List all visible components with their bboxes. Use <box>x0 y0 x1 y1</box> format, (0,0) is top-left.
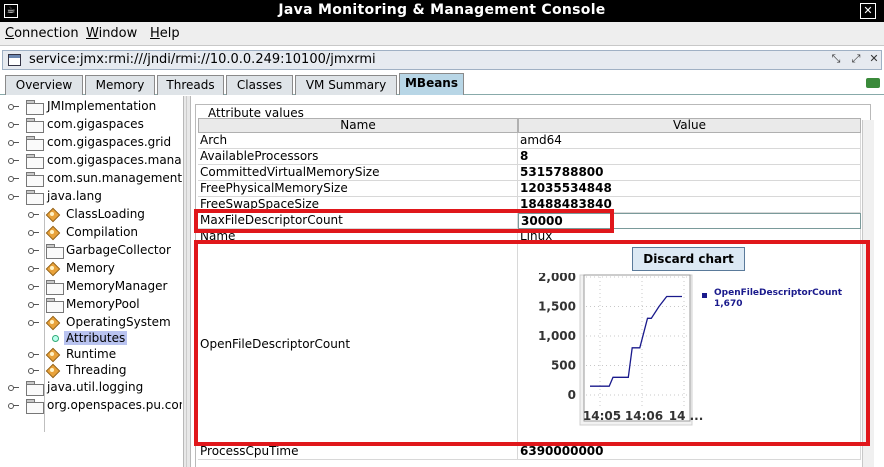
collapse-handle-icon[interactable] <box>8 194 19 200</box>
tree-item-label: org.openspaces.pu.con <box>47 398 182 412</box>
maximize-icon[interactable]: ⤢ <box>849 52 863 66</box>
folder-icon <box>26 136 44 151</box>
column-header-name[interactable]: Name <box>198 118 518 133</box>
expand-handle-icon[interactable] <box>8 158 19 164</box>
tree-item-label: com.gigaspaces <box>47 117 144 131</box>
attr-name-cell[interactable]: Arch <box>198 133 518 149</box>
column-header-value[interactable]: Value <box>518 118 861 133</box>
tree-item-label: java.lang <box>47 189 102 203</box>
tree-item-label: Threading <box>66 363 127 377</box>
close-icon[interactable]: ✕ <box>860 3 876 19</box>
collapse-handle-icon[interactable] <box>28 320 39 326</box>
expand-handle-icon[interactable] <box>28 368 39 374</box>
tab-memory[interactable]: Memory <box>85 75 155 95</box>
tab-mbeans[interactable]: MBeans <box>399 73 464 95</box>
split-pane-divider[interactable] <box>183 96 191 467</box>
tree-item-label: GarbageCollector <box>66 243 171 257</box>
connection-status-icon <box>866 78 880 88</box>
expand-handle-icon[interactable] <box>8 403 19 409</box>
tree-item-label: com.gigaspaces.manag <box>47 153 182 167</box>
mbean-icon <box>46 262 59 275</box>
tree-item-label: MemoryPool <box>66 297 140 311</box>
restore-icon[interactable]: ⤡ <box>829 52 843 66</box>
mbean-icon <box>46 226 59 239</box>
folder-icon <box>26 190 44 205</box>
expand-handle-icon[interactable] <box>8 104 19 110</box>
tree-item-label: com.sun.management <box>47 171 182 185</box>
expand-handle-icon[interactable] <box>28 212 39 218</box>
tab-vm-summary[interactable]: VM Summary <box>295 75 397 95</box>
menu-window[interactable]: Window <box>86 26 137 41</box>
expand-handle-icon[interactable] <box>8 122 19 128</box>
highlight-open-file-descriptor-chart <box>194 240 870 446</box>
connection-frame-bar: service:jmx:rmi:///jndi/rmi://10.0.0.249… <box>2 50 882 70</box>
attr-value-cell[interactable]: 6390000000 <box>518 444 861 460</box>
tree-item-label: com.gigaspaces.grid <box>47 135 172 149</box>
folder-icon <box>46 298 64 313</box>
tree-item-label: MemoryManager <box>66 279 168 293</box>
attributes-leaf-icon <box>52 335 59 342</box>
expand-handle-icon[interactable] <box>28 266 39 272</box>
tab-overview[interactable]: Overview <box>5 75 83 95</box>
folder-icon <box>26 399 44 414</box>
tree-item-label: Attributes <box>64 331 128 345</box>
tab-classes[interactable]: Classes <box>226 75 293 95</box>
tree-item-label: JMImplementation <box>47 99 157 113</box>
menu-help[interactable]: Help <box>150 26 180 41</box>
attr-value-cell[interactable]: amd64 <box>518 133 861 149</box>
expand-handle-icon[interactable] <box>28 284 39 290</box>
attr-value-cell[interactable]: 5315788800 <box>518 165 861 181</box>
tree-item-label: Runtime <box>66 347 117 361</box>
mbean-icon <box>46 364 59 377</box>
expand-handle-icon[interactable] <box>28 230 39 236</box>
window-title: Java Monitoring & Management Console <box>278 2 606 18</box>
connection-url: service:jmx:rmi:///jndi/rmi://10.0.0.249… <box>29 52 376 67</box>
tree-item-label: java.util.logging <box>47 380 144 394</box>
expand-handle-icon[interactable] <box>28 248 39 254</box>
tree-item-label: OperatingSystem <box>66 315 171 329</box>
folder-icon <box>26 118 44 133</box>
expand-handle-icon[interactable] <box>28 352 39 358</box>
expand-handle-icon[interactable] <box>8 176 19 182</box>
attr-value-cell[interactable]: 12035534848 <box>518 181 861 197</box>
folder-icon <box>26 381 44 396</box>
menu-connection[interactable]: Connection <box>5 26 79 41</box>
attr-name-cell[interactable]: ProcessCpuTime <box>198 444 518 460</box>
folder-icon <box>46 244 64 259</box>
folder-icon <box>46 280 64 295</box>
expand-handle-icon[interactable] <box>28 302 39 308</box>
title-bar: ☕ Java Monitoring & Management Console ✕ <box>0 0 884 22</box>
folder-icon <box>26 172 44 187</box>
mbean-tree: JMImplementation com.gigaspaces com.giga… <box>2 96 182 467</box>
highlight-max-file-descriptor <box>194 209 614 233</box>
mbean-icon <box>46 316 59 329</box>
folder-icon <box>26 100 44 115</box>
tree-item-label: ClassLoading <box>66 207 145 221</box>
folder-icon <box>26 154 44 169</box>
mbean-icon <box>46 348 59 361</box>
attr-name-cell[interactable]: FreePhysicalMemorySize <box>198 181 518 197</box>
attr-name-cell[interactable]: CommittedVirtualMemorySize <box>198 165 518 181</box>
attr-name-cell[interactable]: AvailableProcessors <box>198 149 518 165</box>
tree-item-label: Compilation <box>66 225 139 239</box>
tab-threads[interactable]: Threads <box>157 75 224 95</box>
expand-handle-icon[interactable] <box>8 140 19 146</box>
attr-value-cell[interactable]: 8 <box>518 149 861 165</box>
menu-bar: Connection Window Help <box>0 22 884 46</box>
expand-handle-icon[interactable] <box>8 385 19 391</box>
tab-bar: Overview Memory Threads Classes VM Summa… <box>0 73 884 95</box>
close-frame-icon[interactable]: ✕ <box>867 52 881 66</box>
mbean-icon <box>46 208 59 221</box>
window-icon <box>8 54 21 66</box>
tree-item-label: Memory <box>66 261 115 275</box>
